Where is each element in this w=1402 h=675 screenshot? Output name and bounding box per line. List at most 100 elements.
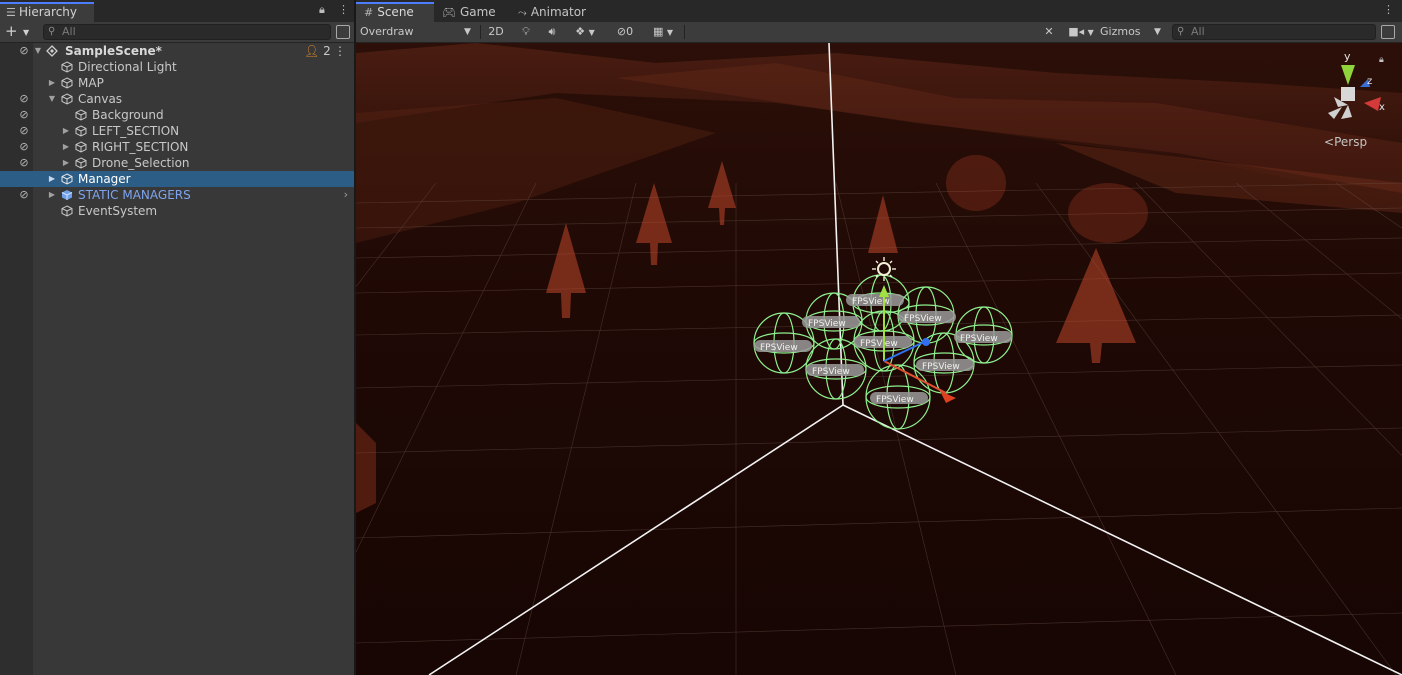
tree-item-label: STATIC MANAGERS — [78, 188, 191, 202]
tab-label: Animator — [530, 5, 586, 19]
tree-item-label: MAP — [78, 76, 104, 90]
tree-item-label: RIGHT_SECTION — [92, 140, 189, 154]
more-options-icon[interactable]: ⋮ — [1383, 3, 1394, 16]
draw-mode-value: Overdraw — [360, 25, 414, 38]
gameobject-cube-icon — [61, 173, 73, 185]
tree-item-manager[interactable]: ▶ Manager — [0, 171, 354, 187]
lock-icon[interactable]: 🔒︎ — [319, 3, 325, 17]
tree-item-drone-selection[interactable]: ⊘ ▶ Drone_Selection — [0, 155, 354, 171]
chevron-right-icon[interactable]: ▶ — [61, 155, 71, 171]
draw-mode-dropdown[interactable]: Overdraw ▼ — [360, 22, 476, 42]
visibility-hidden-icon[interactable]: ⊘ — [17, 123, 31, 139]
chevron-right-icon[interactable]: ▶ — [47, 75, 57, 91]
lighting-toggle-icon[interactable]: 💡︎ — [516, 22, 536, 42]
tree-item-sample-scene[interactable]: ⊘ ▼ SampleScene* 👤︎ 2 ⋮ — [0, 43, 354, 59]
hidden-objects-icon[interactable]: ⊘0 — [610, 22, 640, 42]
gizmos-label: Gizmos — [1100, 25, 1141, 38]
visibility-hidden-icon[interactable]: ⊘ — [17, 107, 31, 123]
tree-item-map[interactable]: ▶ MAP — [0, 75, 354, 91]
audio-toggle-icon[interactable]: 🔊︎ — [542, 22, 562, 42]
visibility-hidden-icon[interactable]: ⊘ — [17, 155, 31, 171]
chevron-down-icon[interactable]: ▼ — [47, 91, 57, 107]
gameobject-cube-icon — [75, 109, 87, 121]
more-options-icon[interactable]: ⋮ — [338, 3, 349, 16]
unity-scene-icon — [46, 45, 58, 57]
hierarchy-search-placeholder: All — [62, 25, 76, 38]
persp-chevron-icon: < — [1324, 135, 1335, 149]
gameobject-cube-icon — [75, 141, 87, 153]
chevron-down-icon: ▼ — [464, 27, 471, 37]
fps-view-label: FPSView — [760, 343, 798, 353]
tree-icon — [708, 161, 736, 225]
chevron-down-icon[interactable]: ▼ — [33, 43, 43, 59]
tab-label: Game — [459, 5, 496, 19]
tab-animator[interactable]: ⤳ Animator — [510, 2, 600, 22]
search-options-icon[interactable] — [1381, 25, 1395, 39]
tab-game[interactable]: 🎮︎ Game — [434, 2, 510, 22]
tree-item-static-managers[interactable]: ⊘ ▶ STATIC MANAGERS › — [0, 187, 354, 203]
tree-item-background[interactable]: ⊘ Background — [0, 107, 354, 123]
fps-view-label: FPSView — [904, 314, 942, 324]
tree-item-label: Background — [92, 108, 164, 122]
chevron-right-icon[interactable]: ▶ — [61, 139, 71, 155]
hierarchy-tab-label: Hierarchy — [19, 5, 78, 19]
tree-item-canvas[interactable]: ⊘ ▼ Canvas — [0, 91, 354, 107]
gameobject-cube-icon — [61, 61, 73, 73]
tree-item-label: EventSystem — [78, 204, 158, 218]
tree-icon — [546, 223, 586, 318]
hidden-count: 0 — [626, 25, 634, 38]
visibility-hidden-icon[interactable]: ⊘ — [17, 43, 31, 59]
search-icon: ⚲ — [48, 26, 56, 37]
tree-item-event-system[interactable]: EventSystem — [0, 203, 354, 219]
projection-toggle[interactable]: <Persp — [1324, 135, 1367, 149]
camera-icon[interactable]: ■◂ ▼ — [1064, 22, 1098, 42]
visibility-hidden-icon[interactable]: ⊘ — [17, 91, 31, 107]
chevron-right-icon[interactable]: ▶ — [47, 187, 57, 203]
scene-search-placeholder: All — [1191, 25, 1205, 38]
scene-search-input[interactable]: ⚲ All — [1172, 24, 1376, 40]
add-object-button[interactable]: + ▼ — [5, 23, 33, 41]
plus-icon: + — [5, 22, 18, 40]
tools-icon[interactable]: ✕ — [1040, 22, 1058, 42]
projection-label: Persp — [1334, 135, 1368, 149]
open-prefab-chevron-icon[interactable]: › — [344, 187, 348, 203]
tab-label: Scene — [377, 5, 414, 19]
tree-item-label: Canvas — [78, 92, 123, 106]
scene-toolbar: Overdraw ▼ 2D 💡︎ 🔊︎ ❖ ▼ ⊘0 ▦ ▼ ✕ ■◂ ▼ Gi… — [356, 22, 1402, 43]
visibility-hidden-icon[interactable]: ⊘ — [17, 139, 31, 155]
floor-grid — [356, 182, 1402, 675]
scene-viewport[interactable]: FPSView FPSView FPSView FPSView FPSView … — [356, 43, 1402, 675]
axis-z-label: z — [1367, 76, 1372, 87]
tree-item-left-section[interactable]: ⊘ ▶ LEFT_SECTION — [0, 123, 354, 139]
toggle-2d-button[interactable]: 2D — [484, 22, 508, 42]
gameobject-cube-icon — [75, 157, 87, 169]
chevron-down-icon: ▼ — [23, 28, 30, 37]
tab-scene[interactable]: # Scene — [356, 2, 434, 22]
hierarchy-search-input[interactable]: ⚲ All — [43, 24, 331, 40]
list-icon: ☰ — [6, 6, 16, 19]
visibility-hidden-icon[interactable]: ⊘ — [17, 187, 31, 203]
scene-panel: # Scene 🎮︎ Game ⤳ Animator ⋮ Overdraw ▼ 2D … — [356, 0, 1402, 675]
divider — [480, 25, 481, 39]
tree-item-directional-light[interactable]: Directional Light — [0, 59, 354, 75]
tree-item-right-section[interactable]: ⊘ ▶ RIGHT_SECTION — [0, 139, 354, 155]
toggle-2d-label: 2D — [488, 25, 504, 38]
tree-item-label: Manager — [78, 172, 131, 186]
chevron-right-icon[interactable]: ▶ — [47, 171, 57, 187]
animator-icon: ⤳ — [518, 6, 527, 19]
axis-x-label: x — [1379, 102, 1385, 113]
fps-view-label: FPSView — [860, 339, 898, 349]
effects-toggle-icon[interactable]: ❖ ▼ — [568, 22, 602, 42]
fps-view-label: FPSView — [960, 334, 998, 344]
gizmos-dropdown[interactable]: Gizmos ▼ — [1100, 22, 1164, 42]
scene-more-icon[interactable]: ⋮ — [334, 43, 346, 59]
chevron-right-icon[interactable]: ▶ — [61, 123, 71, 139]
lock-icon[interactable]: 🔒︎ — [1379, 55, 1384, 65]
tab-hierarchy[interactable]: ☰ Hierarchy — [0, 2, 94, 22]
search-options-icon[interactable] — [336, 25, 350, 39]
scene-render: FPSView FPSView FPSView FPSView FPSView … — [356, 43, 1402, 675]
hierarchy-toolbar: + ▼ ⚲ All — [0, 22, 354, 43]
grid-toggle-icon[interactable]: ▦ ▼ — [646, 22, 680, 42]
grid-icon: # — [364, 6, 374, 19]
gameobject-cube-icon — [75, 125, 87, 137]
